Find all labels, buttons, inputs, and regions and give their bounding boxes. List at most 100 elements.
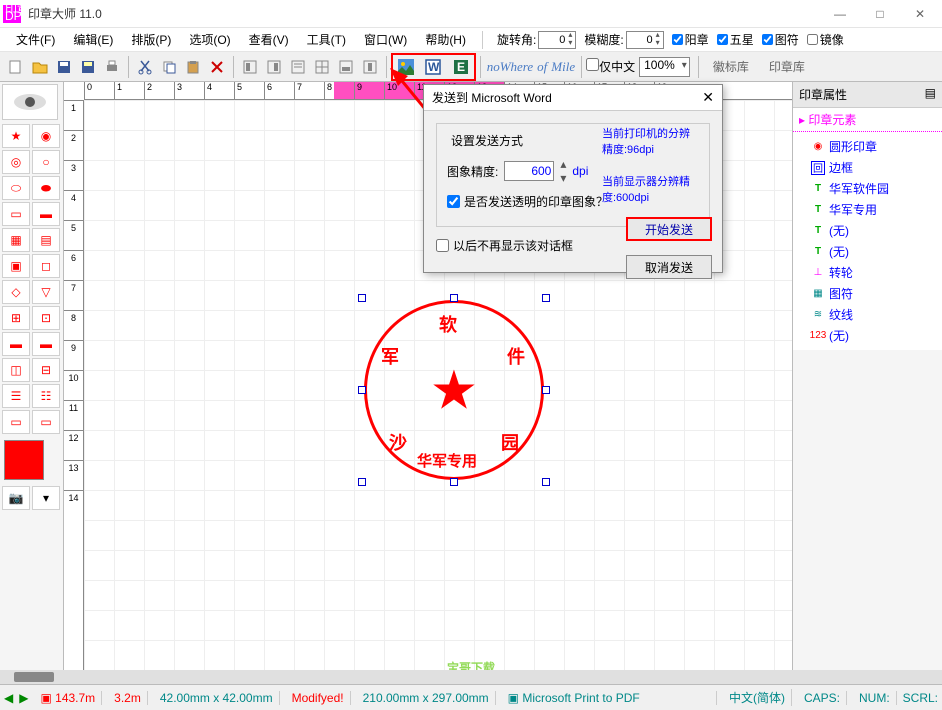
- tree-item[interactable]: T华军软件园: [797, 178, 938, 199]
- delete-icon[interactable]: [206, 56, 228, 78]
- sel-handle[interactable]: [358, 478, 366, 486]
- tree-item[interactable]: ⊥转轮: [797, 262, 938, 283]
- align4-icon[interactable]: [335, 56, 357, 78]
- tool-tri[interactable]: ▽: [32, 280, 60, 304]
- export-word-icon[interactable]: W: [422, 56, 444, 78]
- menu-view[interactable]: 查看(V): [241, 29, 297, 50]
- panel-close-icon[interactable]: ▤: [925, 86, 936, 103]
- tree-item[interactable]: T(无): [797, 220, 938, 241]
- script-text-2[interactable]: of: [537, 59, 547, 75]
- tool-ring[interactable]: ○: [32, 150, 60, 174]
- chk-star[interactable]: 五星: [717, 31, 754, 48]
- script-text-3[interactable]: Mile: [551, 59, 575, 75]
- new-icon[interactable]: [5, 56, 27, 78]
- badge-lib-button[interactable]: 徽标库: [703, 56, 759, 77]
- tool-bar1[interactable]: ▬: [2, 332, 30, 356]
- chk-glyph[interactable]: 图符: [762, 31, 799, 48]
- precision-input[interactable]: [504, 161, 554, 181]
- script-text-1[interactable]: noWhere: [487, 59, 533, 75]
- tool-sq1[interactable]: ▣: [2, 254, 30, 278]
- seal-lib-button[interactable]: 印章库: [759, 56, 815, 77]
- sel-handle[interactable]: [358, 294, 366, 302]
- tool-oval[interactable]: ⬭: [2, 176, 30, 200]
- blur-input[interactable]: ▴▾: [626, 31, 664, 49]
- menu-window[interactable]: 窗口(W): [356, 29, 415, 50]
- tree-item[interactable]: 123(无): [797, 325, 938, 346]
- export-excel-icon[interactable]: E: [450, 56, 472, 78]
- rotate-input[interactable]: ▴▾: [538, 31, 576, 49]
- minimize-button[interactable]: —: [820, 0, 860, 28]
- tool-eq2[interactable]: ☷: [32, 384, 60, 408]
- tool-h1[interactable]: ▭: [2, 410, 30, 434]
- align3-icon[interactable]: [287, 56, 309, 78]
- zoom-select[interactable]: 100%: [639, 57, 690, 77]
- chk-cn-only[interactable]: 仅中文: [586, 58, 635, 75]
- tool-bar2[interactable]: ▬: [32, 332, 60, 356]
- tool-grid2[interactable]: ▤: [32, 228, 60, 252]
- tool-rect[interactable]: ▭: [2, 202, 30, 226]
- chk-mirror[interactable]: 镜像: [807, 31, 844, 48]
- tree-item[interactable]: ≋纹线: [797, 304, 938, 325]
- cut-icon[interactable]: [134, 56, 156, 78]
- grid-icon[interactable]: [311, 56, 333, 78]
- save-icon[interactable]: [53, 56, 75, 78]
- menu-help[interactable]: 帮助(H): [417, 29, 474, 50]
- tree-item[interactable]: 回边框: [797, 157, 938, 178]
- tree-item[interactable]: ▦图符: [797, 283, 938, 304]
- seal-object[interactable]: ★ 软 件 军 沙 园 华军专用: [364, 300, 544, 480]
- start-send-button[interactable]: 开始发送: [626, 217, 712, 241]
- copy-icon[interactable]: [158, 56, 180, 78]
- ruler-vertical[interactable]: 1234567891011121314: [64, 100, 84, 684]
- dialog-close-icon[interactable]: ✕: [702, 89, 714, 106]
- align2-icon[interactable]: [263, 56, 285, 78]
- arrow-right-icon[interactable]: ▶: [19, 691, 28, 705]
- tool-dropdown[interactable]: ▾: [32, 486, 60, 510]
- close-button[interactable]: ✕: [900, 0, 940, 28]
- menu-file[interactable]: 文件(F): [8, 29, 63, 50]
- tool-rect2[interactable]: ▬: [32, 202, 60, 226]
- tree-item[interactable]: ◉圆形印章: [797, 136, 938, 157]
- sel-handle[interactable]: [450, 294, 458, 302]
- open-icon[interactable]: [29, 56, 51, 78]
- menu-tool[interactable]: 工具(T): [299, 29, 354, 50]
- cancel-send-button[interactable]: 取消发送: [626, 255, 712, 279]
- scrollbar-horizontal[interactable]: [0, 670, 942, 684]
- tool-split1[interactable]: ◫: [2, 358, 30, 382]
- paste-icon[interactable]: [182, 56, 204, 78]
- send-to-word-dialog: 发送到 Microsoft Word ✕ 当前打印机的分辨 精度:96dpi 当…: [423, 84, 723, 273]
- menu-layout[interactable]: 排版(P): [123, 29, 179, 50]
- saveas-icon[interactable]: [77, 56, 99, 78]
- section-header[interactable]: ▸ 印章元素: [793, 108, 942, 132]
- tool-star[interactable]: ★: [2, 124, 30, 148]
- tool-eq1[interactable]: ☰: [2, 384, 30, 408]
- tool-split2[interactable]: ⊟: [32, 358, 60, 382]
- sel-handle[interactable]: [450, 478, 458, 486]
- status-lang: 中文(简体): [723, 689, 792, 706]
- maximize-button[interactable]: □: [860, 0, 900, 28]
- tree-item[interactable]: T华军专用: [797, 199, 938, 220]
- menu-option[interactable]: 选项(O): [181, 29, 238, 50]
- align1-icon[interactable]: [239, 56, 261, 78]
- tool-diamond[interactable]: ◇: [2, 280, 30, 304]
- tool-camera[interactable]: 📷: [2, 486, 30, 510]
- align5-icon[interactable]: [359, 56, 381, 78]
- sel-handle[interactable]: [358, 386, 366, 394]
- arrow-left-icon[interactable]: ◀: [4, 691, 13, 705]
- tool-oval2[interactable]: ⬬: [32, 176, 60, 200]
- color-swatch[interactable]: [4, 440, 44, 480]
- export-image-icon[interactable]: [395, 56, 417, 78]
- menu-edit[interactable]: 编辑(E): [65, 29, 121, 50]
- tool-grid3[interactable]: ⊞: [2, 306, 30, 330]
- tree-item[interactable]: T(无): [797, 241, 938, 262]
- tool-target[interactable]: ◎: [2, 150, 30, 174]
- tool-grid4[interactable]: ⊡: [32, 306, 60, 330]
- tool-sq2[interactable]: ◻: [32, 254, 60, 278]
- sel-handle[interactable]: [542, 294, 550, 302]
- tool-grid1[interactable]: ▦: [2, 228, 30, 252]
- tool-circle[interactable]: ◉: [32, 124, 60, 148]
- sel-handle[interactable]: [542, 386, 550, 394]
- sel-handle[interactable]: [542, 478, 550, 486]
- print-icon[interactable]: [101, 56, 123, 78]
- chk-sun[interactable]: 阳章: [672, 31, 709, 48]
- tool-h2[interactable]: ▭: [32, 410, 60, 434]
